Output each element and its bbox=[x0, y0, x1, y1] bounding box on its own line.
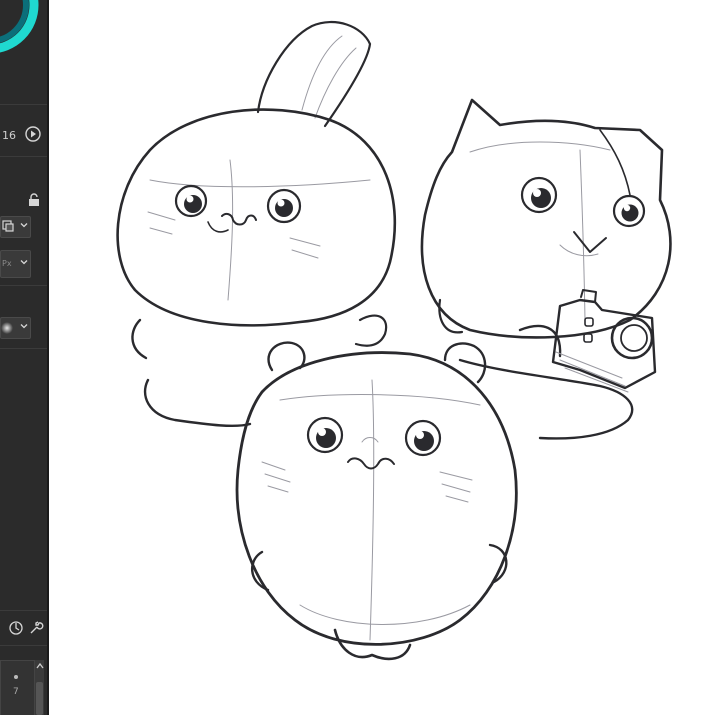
rabbit-character bbox=[116, 21, 397, 428]
preview-dot bbox=[14, 675, 18, 679]
sub-tool-reset-icon[interactable] bbox=[8, 620, 24, 636]
character-sketch bbox=[116, 21, 672, 661]
play-icon[interactable] bbox=[25, 126, 41, 142]
brush-size-value: 16 bbox=[2, 129, 16, 142]
chevron-down-icon bbox=[20, 324, 28, 329]
camera-prop bbox=[551, 289, 657, 393]
unit-select[interactable]: Px bbox=[0, 250, 31, 278]
chevron-down-icon bbox=[20, 260, 28, 265]
brush-tip-select[interactable] bbox=[0, 317, 31, 339]
brush-preview-list[interactable]: 7 bbox=[0, 660, 35, 715]
wrench-icon[interactable] bbox=[28, 620, 44, 636]
scrollbar[interactable] bbox=[35, 660, 44, 715]
drawing-canvas[interactable] bbox=[49, 0, 709, 715]
unit-label: Px bbox=[2, 259, 12, 268]
color-wheel[interactable] bbox=[0, 0, 49, 80]
scroll-thumb[interactable] bbox=[36, 682, 43, 715]
hamster-character bbox=[235, 341, 518, 661]
scroll-counter: 7 bbox=[13, 687, 19, 697]
layers-icon bbox=[2, 220, 14, 232]
tool-property-panel: 16 Px 7 bbox=[0, 0, 49, 715]
lock-icon[interactable] bbox=[27, 193, 41, 207]
cat-character bbox=[420, 98, 672, 440]
brush-tip-icon bbox=[1, 322, 13, 334]
scroll-up-icon[interactable] bbox=[36, 662, 44, 670]
chevron-down-icon bbox=[20, 223, 28, 228]
blend-mode-select[interactable] bbox=[0, 216, 31, 238]
